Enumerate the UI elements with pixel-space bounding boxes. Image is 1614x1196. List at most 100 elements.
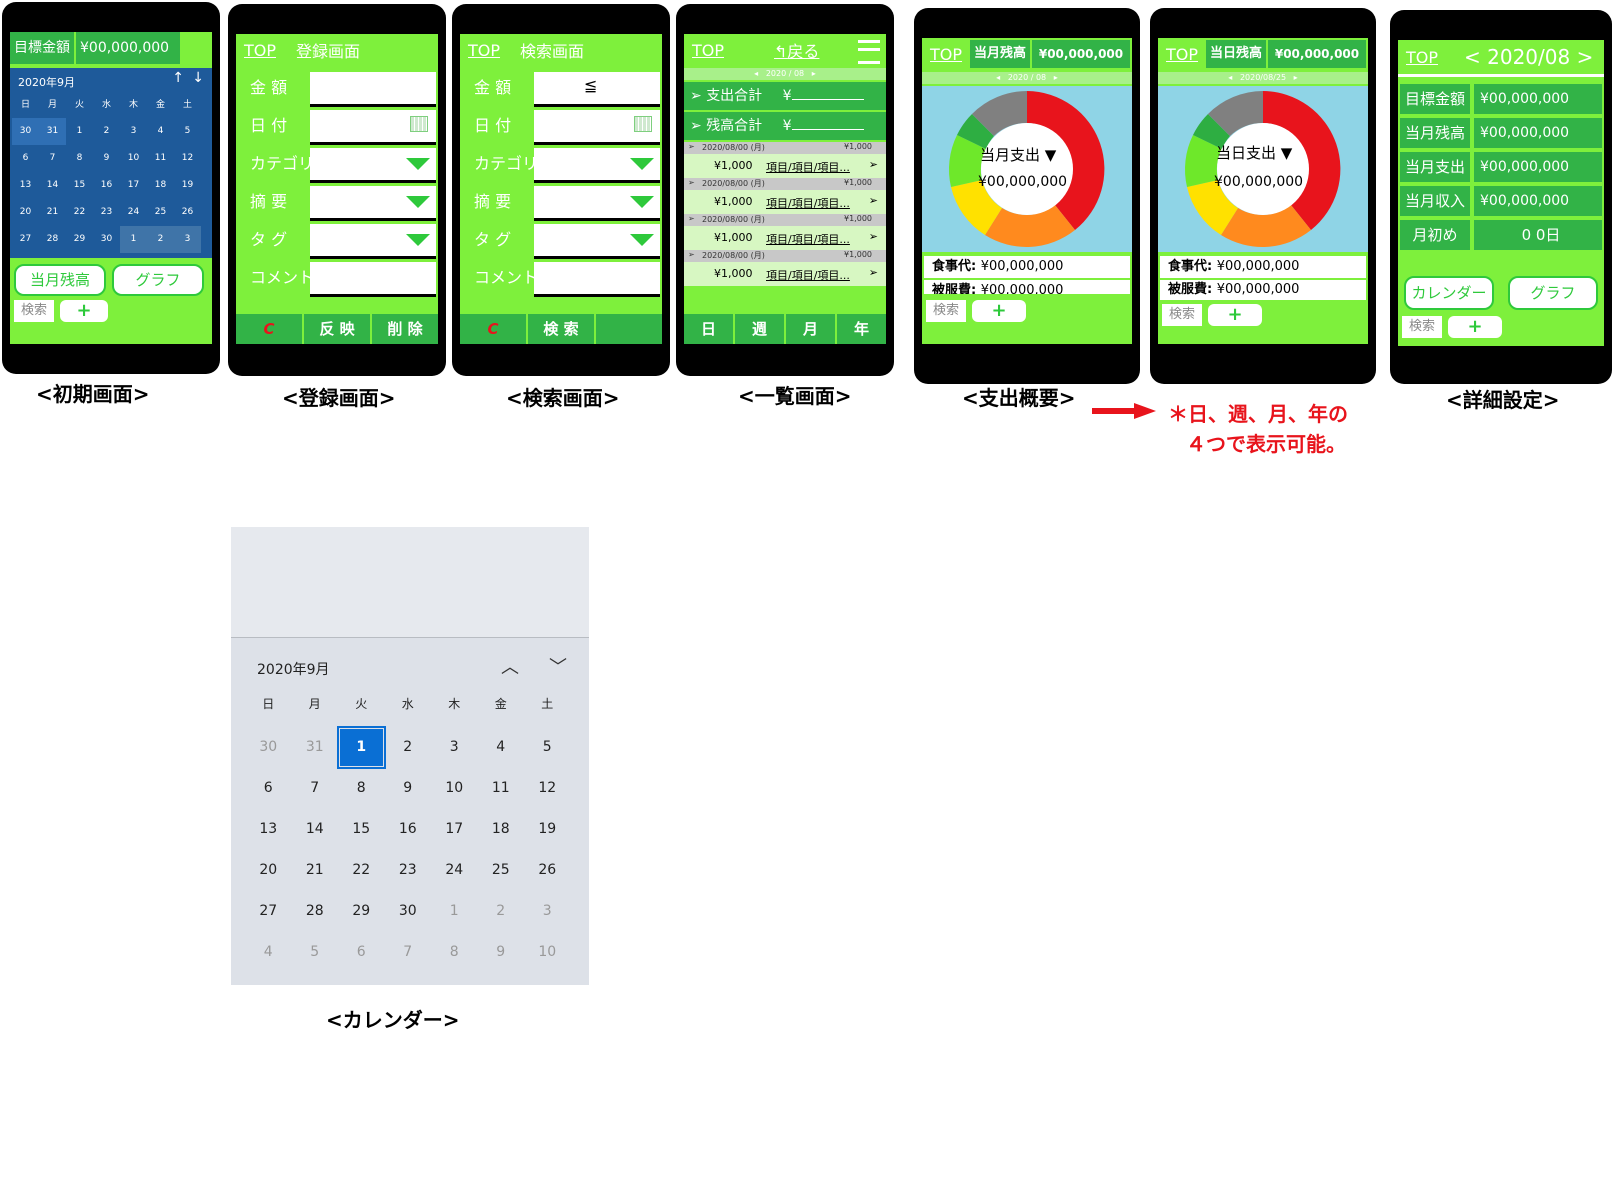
top-link[interactable]: TOP xyxy=(244,41,276,60)
amount-input[interactable]: ≦ xyxy=(534,72,660,107)
clear-button[interactable]: C xyxy=(236,314,304,344)
calendar-day[interactable]: 7 xyxy=(292,768,339,809)
summary-select[interactable] xyxy=(534,186,660,221)
calendar-day[interactable]: 24 xyxy=(431,850,478,891)
calendar-day[interactable]: 3 xyxy=(120,118,147,145)
arrow-up-icon[interactable]: ↑ xyxy=(172,70,184,86)
settings-row-value[interactable]: ¥00,000,000 xyxy=(1474,186,1602,216)
search-button[interactable]: 検索 xyxy=(14,300,54,322)
date-input[interactable] xyxy=(310,110,436,145)
calendar-day[interactable]: 9 xyxy=(478,932,525,973)
calendar-day[interactable]: 23 xyxy=(385,850,432,891)
calendar-day[interactable]: 12 xyxy=(174,145,201,172)
calendar-day[interactable]: 1 xyxy=(66,118,93,145)
settings-row[interactable]: 当月支出 ¥00,000,000 xyxy=(1398,152,1604,182)
settings-row-value[interactable]: ¥00,000,000 xyxy=(1474,118,1602,148)
calendar-day[interactable]: 25 xyxy=(478,850,525,891)
tag-select[interactable] xyxy=(310,224,436,259)
calendar-day[interactable]: 31 xyxy=(39,118,66,145)
calendar-day[interactable]: 5 xyxy=(524,727,571,768)
calendar-day[interactable]: 10 xyxy=(524,932,571,973)
calendar-day[interactable]: 7 xyxy=(39,145,66,172)
calendar-day[interactable]: 13 xyxy=(245,809,292,850)
calendar-day[interactable]: 2 xyxy=(147,226,174,253)
calendar-day[interactable]: 10 xyxy=(431,768,478,809)
calendar-day[interactable]: 12 xyxy=(524,768,571,809)
date-input[interactable] xyxy=(534,110,660,145)
balance-total-row[interactable]: ➢ 残高合計 ¥ xyxy=(684,112,886,140)
calendar-day[interactable]: 22 xyxy=(66,199,93,226)
calendar-icon[interactable] xyxy=(634,116,652,132)
dropdown-icon[interactable] xyxy=(406,234,430,246)
calendar-day[interactable]: 5 xyxy=(292,932,339,973)
calendar-day[interactable]: 3 xyxy=(524,891,571,932)
add-button[interactable]: + xyxy=(1208,304,1262,326)
calendar-day[interactable]: 20 xyxy=(245,850,292,891)
calendar-day[interactable]: 29 xyxy=(66,226,93,253)
comment-input[interactable] xyxy=(534,262,660,297)
calendar-day[interactable]: 26 xyxy=(174,199,201,226)
calendar-day[interactable]: 15 xyxy=(338,809,385,850)
calendar-day[interactable]: 21 xyxy=(292,850,339,891)
settings-row-value[interactable]: ¥00,000,000 xyxy=(1474,84,1602,114)
tab-week[interactable]: 週 xyxy=(735,314,786,344)
dropdown-icon[interactable] xyxy=(630,196,654,208)
category-select[interactable] xyxy=(534,148,660,183)
row-arrow-icon[interactable]: ➢ xyxy=(869,266,878,279)
caret-down-icon[interactable]: ▼ xyxy=(1040,146,1057,164)
calendar-day[interactable]: 6 xyxy=(245,768,292,809)
category-clothing[interactable]: 被服費: ¥00,000,000 xyxy=(924,280,1130,294)
summary-select[interactable] xyxy=(310,186,436,221)
list-item[interactable]: ¥1,000 項目/項目/項目... ➢ xyxy=(684,154,886,178)
amount-input[interactable] xyxy=(310,72,436,107)
apply-button[interactable]: 反 映 xyxy=(304,314,372,344)
calendar-day[interactable]: 8 xyxy=(338,768,385,809)
chevron-down-icon[interactable]: ﹀ xyxy=(549,653,567,679)
search-button[interactable]: 検索 xyxy=(1402,316,1442,338)
comment-input[interactable] xyxy=(310,262,436,297)
calendar-day[interactable]: 3 xyxy=(431,727,478,768)
calendar-day[interactable]: 18 xyxy=(147,172,174,199)
calendar-day[interactable]: 7 xyxy=(385,932,432,973)
month-selector[interactable]: < 2020/08 > xyxy=(1464,45,1593,69)
calendar-day[interactable]: 15 xyxy=(66,172,93,199)
calendar-day[interactable]: 1 xyxy=(120,226,147,253)
date-nav[interactable]: ◂ 2020/08/25 ▸ xyxy=(1158,72,1368,84)
settings-row[interactable]: 当月収入 ¥00,000,000 xyxy=(1398,186,1604,216)
row-arrow-icon[interactable]: ➢ xyxy=(869,194,878,207)
calendar-day[interactable]: 17 xyxy=(431,809,478,850)
calendar-button[interactable]: カレンダー xyxy=(1404,276,1494,310)
top-link[interactable]: TOP xyxy=(1406,48,1438,67)
calendar-day[interactable]: 17 xyxy=(120,172,147,199)
row-arrow-icon[interactable]: ➢ xyxy=(869,158,878,171)
settings-row-value[interactable]: ¥00,000,000 xyxy=(1474,152,1602,182)
list-item[interactable]: ¥1,000 項目/項目/項目... ➢ xyxy=(684,262,886,286)
calendar-day[interactable]: 29 xyxy=(338,891,385,932)
search-button[interactable]: 検索 xyxy=(926,300,966,322)
month-nav[interactable]: ◂ 2020 / 08 ▸ xyxy=(922,72,1132,84)
calendar-day[interactable]: 13 xyxy=(12,172,39,199)
calendar-day[interactable]: 16 xyxy=(385,809,432,850)
calendar-day[interactable]: 8 xyxy=(66,145,93,172)
chevron-up-icon[interactable]: ︿ xyxy=(501,653,519,679)
center-label[interactable]: 当月支出 ▼ xyxy=(980,144,1056,165)
calendar-day[interactable]: 30 xyxy=(385,891,432,932)
calendar-day[interactable]: 1 xyxy=(431,891,478,932)
list-item[interactable]: ¥1,000 項目/項目/項目... ➢ xyxy=(684,190,886,214)
calendar-day[interactable]: 8 xyxy=(431,932,478,973)
add-button[interactable]: + xyxy=(60,300,108,322)
calendar-day[interactable]: 16 xyxy=(93,172,120,199)
calendar-day[interactable]: 28 xyxy=(39,226,66,253)
calendar-day[interactable]: 11 xyxy=(478,768,525,809)
arrow-down-icon[interactable]: ↓ xyxy=(192,70,204,86)
tab-day[interactable]: 日 xyxy=(684,314,735,344)
calendar-day[interactable]: 3 xyxy=(174,226,201,253)
dropdown-icon[interactable] xyxy=(406,158,430,170)
top-link[interactable]: TOP xyxy=(692,41,724,60)
calendar-day[interactable]: 21 xyxy=(39,199,66,226)
calendar-day[interactable]: 6 xyxy=(12,145,39,172)
calendar-day[interactable]: 9 xyxy=(385,768,432,809)
category-clothing[interactable]: 被服費: ¥00,000,000 xyxy=(1160,280,1366,300)
calendar-day[interactable]: 30 xyxy=(245,727,292,768)
tab-month[interactable]: 月 xyxy=(786,314,837,344)
